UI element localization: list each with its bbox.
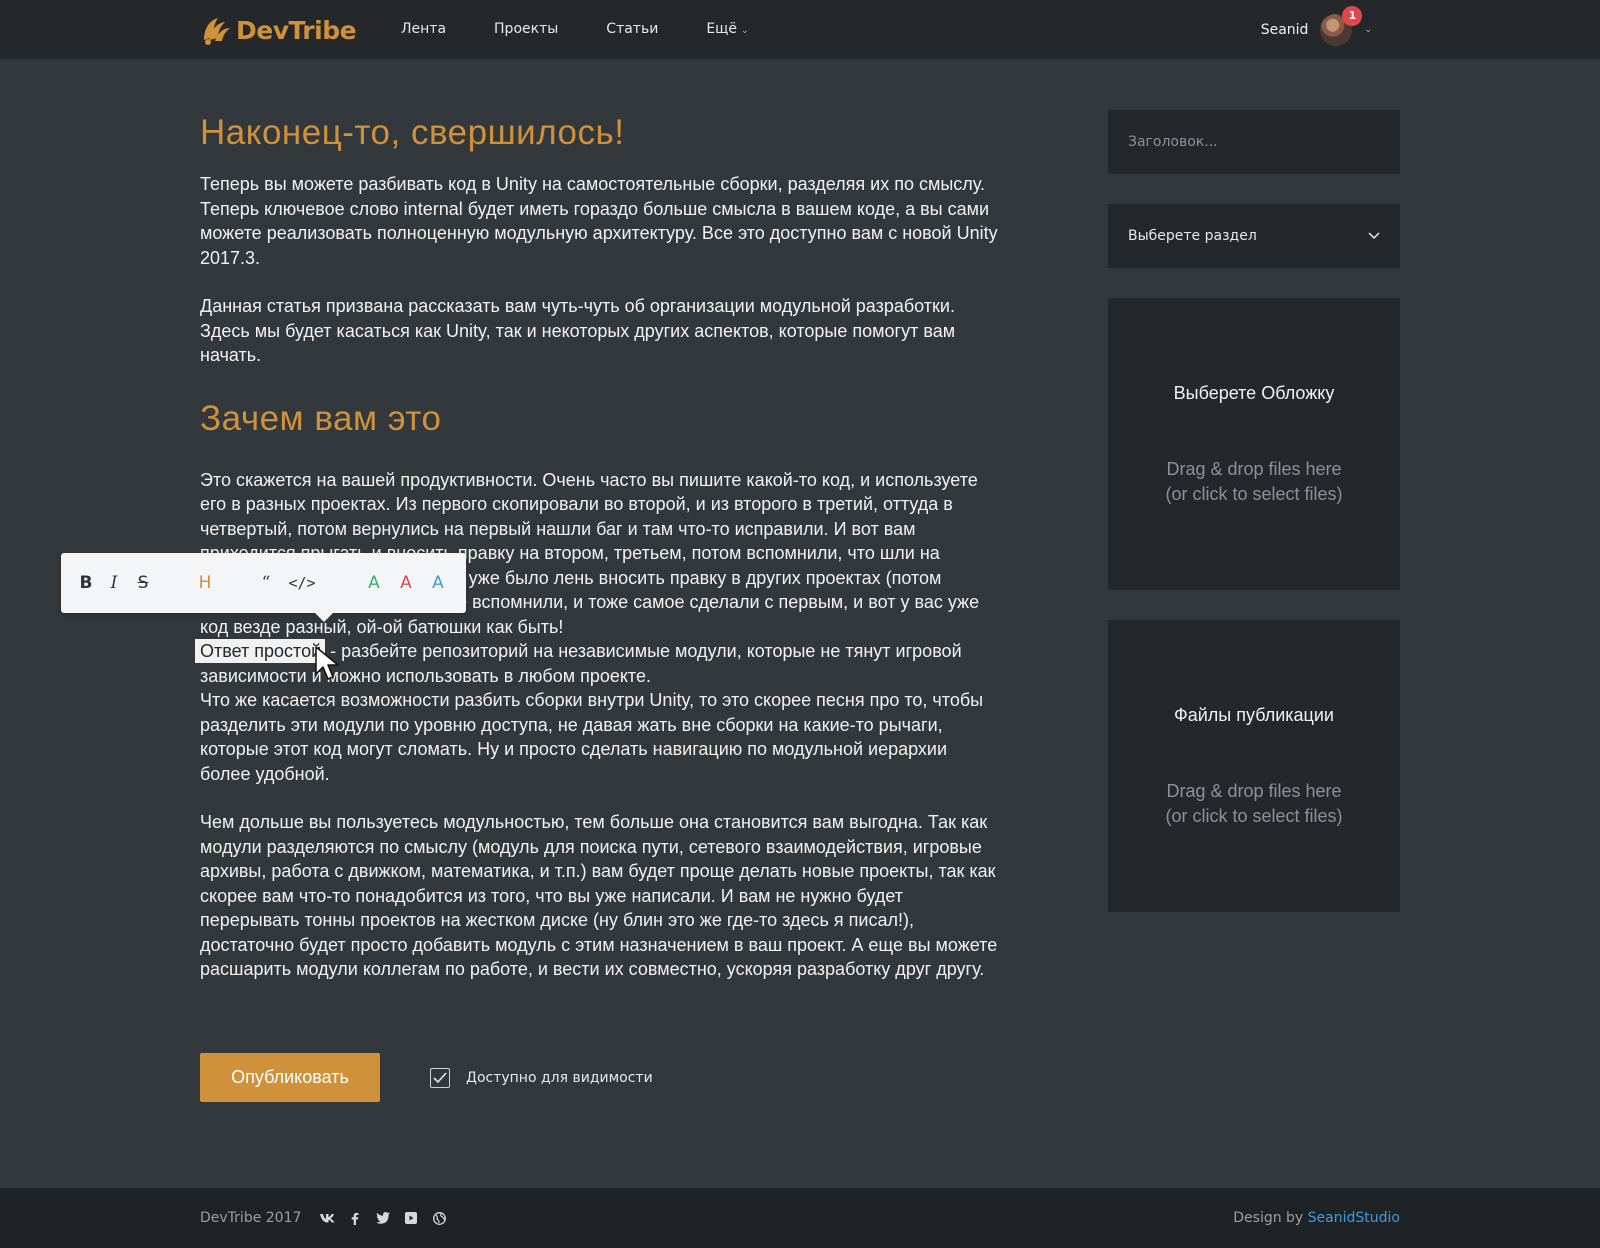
globe-icon[interactable] <box>430 1209 448 1227</box>
nav-projects-label: Проекты <box>494 21 559 37</box>
footer: DevTribe 2017 Design by SeanidStudio <box>0 1188 1600 1248</box>
mouse-pointer-icon <box>315 646 339 680</box>
nav-more[interactable]: Ещё ⌄ <box>706 0 748 59</box>
footer-credit-prefix: Design by <box>1233 1210 1308 1226</box>
feather-headdress-icon <box>204 18 230 45</box>
visibility-checkbox[interactable] <box>430 1068 450 1088</box>
selected-text[interactable]: Ответ простой <box>195 639 326 663</box>
paragraph-intro[interactable]: Теперь вы можете разбивать код в Unity н… <box>200 172 1000 270</box>
files-dropzone-hint: Drag & drop files here (or click to sele… <box>1108 779 1400 828</box>
cover-dropzone[interactable]: Выберете Обложку Drag & drop files here … <box>1108 298 1400 590</box>
section-heading[interactable]: Зачем вам это <box>200 394 1000 444</box>
nav-feed[interactable]: Лента <box>401 0 446 59</box>
vk-icon[interactable] <box>318 1209 336 1227</box>
top-navbar: DevTribe Лента Проекты Статьи Ещё ⌄ Seani… <box>0 0 1600 59</box>
cover-dropzone-hint: Drag & drop files here (or click to sele… <box>1108 457 1400 506</box>
cover-hint-line-1: Drag & drop files here <box>1166 459 1342 479</box>
nav-more-label: Ещё <box>706 21 737 37</box>
user-name: Seanid <box>1260 21 1309 38</box>
color-green-button[interactable]: A <box>367 571 381 595</box>
heading-button[interactable]: H <box>197 571 213 595</box>
paragraph-assemblies[interactable]: Что же касается возможности разбить сбор… <box>200 688 1000 786</box>
section-select[interactable]: Выберете раздел <box>1108 204 1400 268</box>
files-dropzone-title: Файлы публикации <box>1174 705 1334 725</box>
avatar[interactable]: 1 <box>1320 5 1363 46</box>
nav-articles-label: Статьи <box>606 21 659 37</box>
footer-copyright: DevTribe 2017 <box>200 1210 302 1226</box>
chevron-down-icon[interactable]: ⌄ <box>1364 25 1372 35</box>
files-dropzone[interactable]: Файлы публикации Drag & drop files here … <box>1108 620 1400 912</box>
title-field-box <box>1108 110 1400 174</box>
twitter-icon[interactable] <box>374 1209 392 1227</box>
color-blue-button[interactable]: A <box>431 571 445 595</box>
strikethrough-button[interactable]: S <box>135 571 151 595</box>
publish-button[interactable]: Опубликовать <box>200 1053 380 1102</box>
logo-text: DevTribe <box>236 15 357 45</box>
color-red-button[interactable]: A <box>399 571 413 595</box>
files-hint-line-1: Drag & drop files here <box>1166 781 1342 801</box>
social-links <box>318 1209 458 1227</box>
chevron-down-icon <box>1368 232 1380 240</box>
format-toolbar: B I S H “ </> A A A <box>61 553 466 622</box>
nav-projects[interactable]: Проекты <box>494 0 558 59</box>
youtube-icon[interactable] <box>402 1209 420 1227</box>
designer-link[interactable]: SeanidStudio <box>1308 1210 1400 1226</box>
visibility-label[interactable]: Доступно для видимости <box>466 1068 653 1088</box>
code-button[interactable]: </> <box>287 571 317 595</box>
section-select-value: Выберете раздел <box>1128 228 1257 244</box>
italic-button[interactable]: I <box>107 571 121 595</box>
paragraph-purpose[interactable]: Данная статья призвана рассказать вам чу… <box>200 294 1000 368</box>
checkmark-icon <box>433 1072 447 1084</box>
notification-badge: 1 <box>1342 5 1363 26</box>
paragraph-modularity[interactable]: Чем дольше вы пользуетесь модульностью, … <box>200 810 1000 982</box>
facebook-icon[interactable] <box>346 1209 364 1227</box>
footer-credit: Design by SeanidStudio <box>1233 1188 1400 1248</box>
logo[interactable]: DevTribe <box>200 14 357 46</box>
title-input[interactable] <box>1108 110 1400 174</box>
nav-feed-label: Лента <box>401 21 447 37</box>
user-menu[interactable]: Seanid 1 ⌄ <box>1261 0 1372 59</box>
cover-dropzone-title: Выберете Обложку <box>1173 383 1335 403</box>
nav-articles[interactable]: Статьи <box>606 0 658 59</box>
article-title[interactable]: Наконец-то, свершилось! <box>200 108 1000 158</box>
chevron-down-icon: ⌄ <box>740 26 749 36</box>
cover-hint-line-2: (or click to select files) <box>1165 483 1343 504</box>
quote-button[interactable]: “ <box>259 571 273 595</box>
files-hint-line-2: (or click to select files) <box>1165 805 1343 826</box>
bold-button[interactable]: B <box>79 571 93 595</box>
main-nav: Лента Проекты Статьи Ещё ⌄ <box>401 0 797 59</box>
